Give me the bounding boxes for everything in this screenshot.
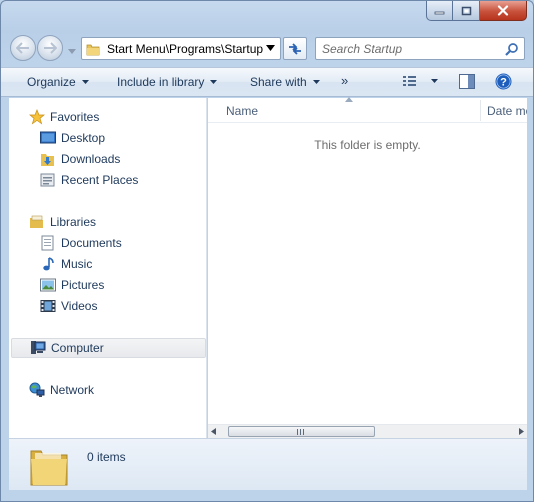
horizontal-scrollbar[interactable] xyxy=(208,424,527,438)
recent-pages-dropdown[interactable] xyxy=(68,43,76,57)
column-header-row: Name Date mo xyxy=(208,97,527,123)
folder-icon xyxy=(30,450,68,486)
empty-folder-message: This folder is empty. xyxy=(314,138,421,152)
nav-downloads[interactable]: Downloads xyxy=(39,149,120,169)
nav-desktop-label: Desktop xyxy=(61,131,106,145)
file-list-pane[interactable]: Name Date mo This folder is empty. xyxy=(208,97,527,438)
refresh-button[interactable] xyxy=(283,37,307,60)
sort-ascending-icon xyxy=(345,97,353,102)
column-header-date-modified[interactable]: Date mo xyxy=(487,104,527,118)
nav-music[interactable]: Music xyxy=(39,254,92,274)
command-bar: Organize Include in library Share with »… xyxy=(1,67,533,97)
share-with-label: Share with xyxy=(250,75,307,89)
svg-text:?: ? xyxy=(500,77,507,89)
scroll-left-icon[interactable] xyxy=(211,428,216,435)
nav-favorites-label: Favorites xyxy=(50,110,100,124)
more-commands-label: » xyxy=(341,73,349,88)
back-forward-group xyxy=(10,35,66,61)
nav-recent-places-label: Recent Places xyxy=(61,173,139,187)
share-with-button[interactable]: Share with xyxy=(250,75,320,89)
caption-buttons xyxy=(426,1,527,21)
address-bar[interactable]: Start Menu\Programs\Startup xyxy=(81,37,281,60)
nav-desktop[interactable]: Desktop xyxy=(39,128,105,148)
chevron-down-icon xyxy=(81,80,89,84)
nav-network-label: Network xyxy=(50,383,95,397)
search-input[interactable] xyxy=(316,38,496,59)
chevron-down-icon[interactable] xyxy=(431,79,438,83)
back-arrow-icon xyxy=(16,42,29,54)
maximize-button[interactable] xyxy=(453,1,480,21)
nav-videos[interactable]: Videos xyxy=(39,296,97,316)
close-button[interactable] xyxy=(480,1,527,21)
forward-arrow-icon xyxy=(44,42,57,54)
minimize-button[interactable] xyxy=(426,1,453,21)
include-in-library-button[interactable]: Include in library xyxy=(117,75,218,89)
preview-pane-button[interactable] xyxy=(459,74,475,89)
nav-computer[interactable]: Computer xyxy=(11,338,206,358)
nav-pictures[interactable]: Pictures xyxy=(39,275,104,295)
chevron-down-icon[interactable] xyxy=(266,45,275,51)
pictures-icon xyxy=(39,278,56,292)
nav-recent-places[interactable]: Recent Places xyxy=(39,170,138,190)
nav-documents-label: Documents xyxy=(61,236,122,250)
organize-label: Organize xyxy=(27,75,76,89)
documents-icon xyxy=(41,235,53,251)
nav-downloads-label: Downloads xyxy=(61,152,121,166)
nav-network[interactable]: Network xyxy=(28,380,94,400)
help-button[interactable]: ? xyxy=(495,73,512,90)
chevron-down-icon xyxy=(68,49,76,54)
navigation-pane: Favorites Desktop Downloads Recent Place… xyxy=(9,98,207,438)
help-icon: ? xyxy=(495,73,512,90)
nav-libraries-label: Libraries xyxy=(50,215,97,229)
explorer-window: Start Menu\Programs\Startup Organize Inc… xyxy=(0,0,534,502)
nav-computer-label: Computer xyxy=(51,341,104,355)
downloads-icon xyxy=(40,154,54,166)
scroll-right-icon[interactable] xyxy=(519,428,524,435)
nav-documents[interactable]: Documents xyxy=(39,233,122,253)
nav-pictures-label: Pictures xyxy=(61,278,105,292)
nav-videos-label: Videos xyxy=(61,299,98,313)
back-button[interactable] xyxy=(10,35,36,61)
grip-icon xyxy=(297,429,304,435)
network-icon xyxy=(29,382,44,397)
computer-icon xyxy=(30,341,45,354)
desktop-icon xyxy=(39,131,56,144)
change-view-button[interactable] xyxy=(403,75,438,87)
more-commands-button[interactable]: » xyxy=(341,73,348,88)
scrollbar-thumb[interactable] xyxy=(228,426,375,437)
videos-icon xyxy=(40,300,55,312)
close-icon xyxy=(497,5,509,16)
address-path: Start Menu\Programs\Startup xyxy=(107,41,264,56)
refresh-icon xyxy=(289,42,301,55)
nav-libraries[interactable]: Libraries xyxy=(28,212,96,232)
organize-button[interactable]: Organize xyxy=(27,75,89,89)
maximize-icon xyxy=(461,6,471,15)
star-icon xyxy=(28,109,45,125)
include-in-library-label: Include in library xyxy=(117,75,205,89)
nav-music-label: Music xyxy=(61,257,93,271)
preview-pane-icon xyxy=(459,74,475,89)
recent-places-icon xyxy=(40,173,54,187)
details-pane: 0 items xyxy=(9,438,527,490)
forward-button[interactable] xyxy=(37,35,63,61)
address-row: Start Menu\Programs\Startup xyxy=(1,31,533,65)
chevron-down-icon xyxy=(210,80,218,84)
search-icon[interactable] xyxy=(505,42,519,56)
views-icon xyxy=(403,76,416,86)
minimize-icon xyxy=(434,11,445,14)
chevron-down-icon xyxy=(312,80,320,84)
libraries-icon xyxy=(29,215,43,228)
music-icon xyxy=(42,257,54,271)
search-box[interactable] xyxy=(315,37,525,60)
nav-favorites[interactable]: Favorites xyxy=(28,107,99,127)
column-header-name[interactable]: Name xyxy=(226,104,258,118)
item-count: 0 items xyxy=(87,450,126,464)
column-divider[interactable] xyxy=(480,100,481,121)
folder-icon xyxy=(86,44,100,55)
